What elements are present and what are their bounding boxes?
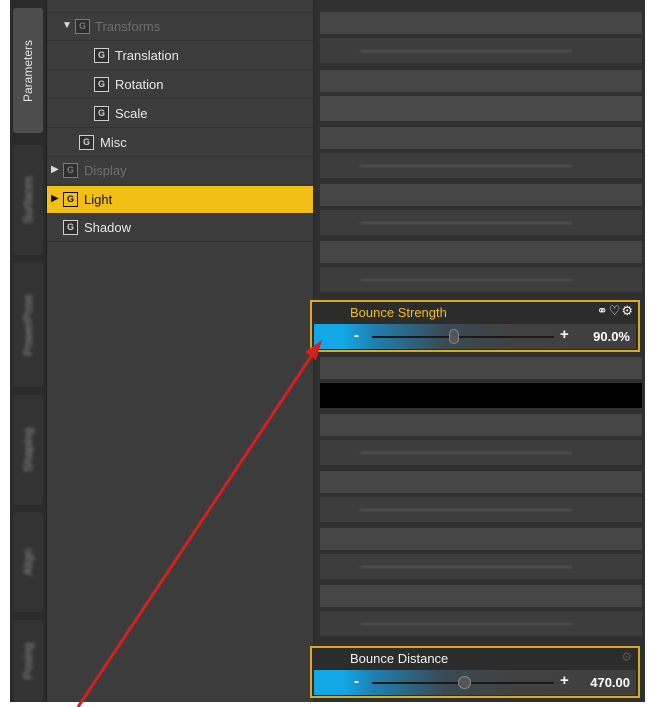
tree-item-label: Light — [84, 192, 113, 207]
group-icon: G — [75, 19, 90, 34]
tree-item-label: Rotation — [115, 77, 164, 92]
tab-align-label: Align — [21, 548, 35, 576]
tree-item-misc[interactable]: G Misc — [47, 129, 313, 157]
bounce-distance-value[interactable]: 470.00 — [590, 675, 630, 690]
blurred-property[interactable] — [320, 414, 642, 471]
bounce-strength-label: Bounce Strength — [350, 305, 447, 320]
decrement-button[interactable]: - — [354, 673, 359, 690]
tree-item-shadow[interactable]: G Shadow — [47, 214, 313, 242]
gear-icon[interactable]: ⚙ — [621, 650, 632, 664]
tree-item-display[interactable]: ▶ G Display — [47, 157, 313, 185]
tab-powerpose-label: PowerPose — [21, 293, 35, 356]
tab-surfaces[interactable]: Surfaces — [13, 145, 43, 255]
bounce-strength-value[interactable]: 90.0% — [593, 329, 630, 344]
property-group-tree: ▼ G Transforms G Translation G Rotation … — [47, 0, 314, 702]
tree-item-label: Misc — [100, 135, 127, 150]
heart-icon[interactable]: ♡ — [609, 303, 622, 318]
gear-icon[interactable]: ⚙ — [621, 303, 634, 318]
blurred-property[interactable] — [320, 127, 642, 184]
bounce-distance-label: Bounce Distance — [350, 651, 449, 666]
slider-track[interactable] — [372, 336, 554, 338]
blurred-property[interactable] — [320, 528, 642, 585]
tree-item-translation[interactable]: G Translation — [47, 42, 313, 70]
tab-powerpose[interactable]: PowerPose — [13, 262, 43, 387]
group-icon: G — [94, 77, 109, 92]
increment-button[interactable]: + — [560, 672, 569, 689]
bounce-strength-property[interactable]: Bounce Strength ⚭♡⚙ - + 90.0% — [310, 300, 640, 352]
expand-arrow-icon[interactable]: ▼ — [62, 20, 72, 32]
tab-align[interactable]: Align — [13, 512, 43, 612]
tab-parameters[interactable]: Parameters — [13, 8, 43, 133]
group-icon: G — [79, 135, 94, 150]
blurred-property[interactable] — [320, 357, 642, 414]
group-icon: G — [63, 192, 78, 207]
tree-row-cutoff — [47, 0, 313, 13]
tab-shaping-label: Shaping — [21, 427, 35, 473]
tab-parameters-label: Parameters — [21, 39, 35, 102]
group-icon: G — [94, 48, 109, 63]
link-icon[interactable]: ⚭ — [597, 303, 609, 318]
blurred-property[interactable] — [320, 70, 642, 127]
tree-item-label: Scale — [115, 106, 148, 121]
property-icons: ⚭♡⚙ — [597, 303, 634, 319]
bounce-strength-slider[interactable]: - + 90.0% — [314, 324, 636, 349]
tree-item-label: Translation — [115, 48, 179, 63]
tree-item-label: Display — [84, 163, 127, 178]
tab-posing[interactable]: Posing — [13, 620, 43, 702]
vertical-tab-strip: Parameters Surfaces PowerPose Shaping Al… — [10, 0, 47, 702]
collapse-arrow-icon[interactable]: ▶ — [51, 164, 61, 176]
bounce-distance-property[interactable]: Bounce Distance ⚙ - + 470.00 — [310, 646, 640, 698]
tab-shaping[interactable]: Shaping — [13, 395, 43, 505]
group-icon: G — [94, 106, 109, 121]
group-icon: G — [63, 163, 78, 178]
blurred-property[interactable] — [320, 585, 642, 642]
tree-item-light[interactable]: ▶ G Light — [47, 186, 313, 214]
collapse-arrow-icon[interactable]: ▶ — [51, 193, 61, 205]
tab-posing-label: Posing — [21, 642, 35, 680]
decrement-button[interactable]: - — [354, 327, 359, 344]
slider-handle[interactable] — [458, 676, 471, 689]
tree-item-scale[interactable]: G Scale — [47, 100, 313, 128]
increment-button[interactable]: + — [560, 326, 569, 343]
blurred-property[interactable] — [320, 471, 642, 528]
tab-surfaces-label: Surfaces — [21, 176, 35, 224]
group-icon: G — [63, 220, 78, 235]
blurred-property[interactable] — [320, 184, 642, 241]
bounce-distance-slider[interactable]: - + 470.00 — [314, 670, 636, 695]
slider-handle[interactable] — [448, 329, 459, 344]
blurred-property[interactable] — [320, 12, 642, 69]
tree-item-rotation[interactable]: G Rotation — [47, 71, 313, 99]
blurred-property[interactable] — [320, 241, 642, 298]
tree-item-transforms[interactable]: ▼ G Transforms — [47, 13, 313, 41]
tree-item-label: Transforms — [95, 19, 161, 34]
tree-item-label: Shadow — [84, 220, 131, 235]
